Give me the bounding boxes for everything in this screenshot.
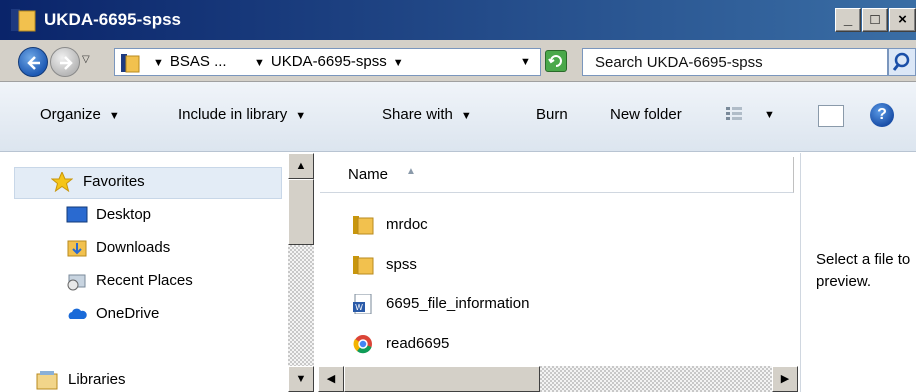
chrome-icon	[353, 335, 372, 354]
nav-item-downloads[interactable]: Downloads	[0, 234, 288, 264]
nav-item-onedrive[interactable]: OneDrive	[0, 300, 288, 330]
refresh-icon	[548, 55, 562, 67]
file-list-scrollbar[interactable]: ◀ ▶	[318, 366, 798, 392]
history-dropdown-icon[interactable]: ▽	[82, 54, 90, 65]
new-folder-button[interactable]: New folder	[610, 106, 682, 123]
recent-places-icon	[67, 274, 86, 291]
search-button[interactable]	[888, 48, 916, 76]
search-icon	[892, 52, 910, 71]
forward-button[interactable]	[50, 47, 80, 77]
svg-text:W: W	[355, 303, 363, 312]
file-row-mrdoc[interactable]: mrdoc	[318, 207, 798, 243]
nav-item-favorites[interactable]: Favorites	[14, 167, 282, 199]
scroll-up-button[interactable]: ▲	[288, 153, 314, 179]
folder-icon	[121, 54, 140, 73]
close-button[interactable]: ×	[889, 8, 916, 32]
onedrive-cloud-icon	[68, 308, 87, 319]
address-toolbar: ▽ ▼ BSAS ... ▼ UKDA-6695-spss ▼ ▼ Search UK…	[0, 40, 916, 82]
help-icon[interactable]: ?	[870, 103, 894, 127]
forward-arrow-icon	[60, 56, 73, 70]
folder-icon	[11, 9, 36, 32]
file-row-6695-file-information[interactable]: W 6695_file_information	[318, 286, 798, 322]
folder-icon	[353, 216, 374, 235]
file-list: Name ▲ mrdoc spss W 6695_file_informatio…	[318, 153, 798, 392]
preview-message: Select a file to preview.	[816, 251, 911, 290]
minimize-button[interactable]: _	[835, 8, 861, 32]
title-bar[interactable]: UKDA-6695-spss _ □ ×	[0, 0, 916, 40]
file-row-read6695[interactable]: read6695	[318, 326, 798, 362]
star-icon	[51, 172, 73, 192]
breadcrumb-item[interactable]: ▼ BSAS ...	[153, 53, 227, 70]
address-box[interactable]: ▼ BSAS ... ▼ UKDA-6695-spss ▼ ▼	[114, 48, 541, 76]
breadcrumb-item[interactable]: ▼ UKDA-6695-spss ▼	[254, 53, 410, 70]
nav-scrollbar[interactable]: ▲ ▼	[288, 153, 314, 392]
share-with-menu[interactable]: Share with ▼	[382, 106, 472, 123]
preview-pane: Select a file to preview.	[800, 153, 916, 392]
back-button[interactable]	[18, 47, 48, 77]
command-bar: Organize ▼ Include in library ▼ Share with…	[0, 82, 916, 152]
scroll-thumb[interactable]	[344, 366, 540, 392]
navigation-pane: Favorites Desktop Downloads Recent Place…	[0, 153, 288, 392]
burn-button[interactable]: Burn	[536, 106, 568, 123]
preview-pane-toggle[interactable]	[818, 105, 844, 127]
scroll-down-button[interactable]: ▼	[288, 366, 314, 392]
scroll-thumb[interactable]	[288, 179, 314, 245]
search-input[interactable]: Search UKDA-6695-spss	[582, 48, 888, 76]
nav-item-libraries[interactable]: Libraries	[0, 366, 288, 392]
nav-item-desktop[interactable]: Desktop	[0, 201, 288, 231]
file-row-spss[interactable]: spss	[318, 247, 798, 283]
address-dropdown-icon[interactable]: ▼	[520, 56, 531, 68]
scroll-left-button[interactable]: ◀	[318, 366, 344, 392]
word-document-icon: W	[353, 294, 372, 314]
include-in-library-menu[interactable]: Include in library ▼	[178, 106, 306, 123]
view-dropdown-icon[interactable]: ▼	[764, 109, 775, 121]
name-column-header[interactable]: Name ▲	[320, 157, 794, 193]
nav-item-recent-places[interactable]: Recent Places	[0, 267, 288, 297]
organize-menu[interactable]: Organize ▼	[40, 106, 120, 123]
maximize-button[interactable]: □	[862, 8, 888, 32]
back-arrow-icon	[27, 56, 40, 70]
window-title: UKDA-6695-spss	[44, 10, 181, 29]
sort-ascending-icon: ▲	[406, 166, 416, 177]
scroll-right-button[interactable]: ▶	[772, 366, 798, 392]
refresh-button[interactable]	[545, 50, 567, 72]
folder-icon	[353, 256, 374, 275]
downloads-folder-icon	[67, 240, 87, 257]
search-placeholder: Search UKDA-6695-spss	[595, 54, 763, 71]
desktop-icon	[66, 206, 88, 223]
libraries-icon	[36, 371, 58, 390]
view-options-icon[interactable]	[726, 106, 742, 122]
